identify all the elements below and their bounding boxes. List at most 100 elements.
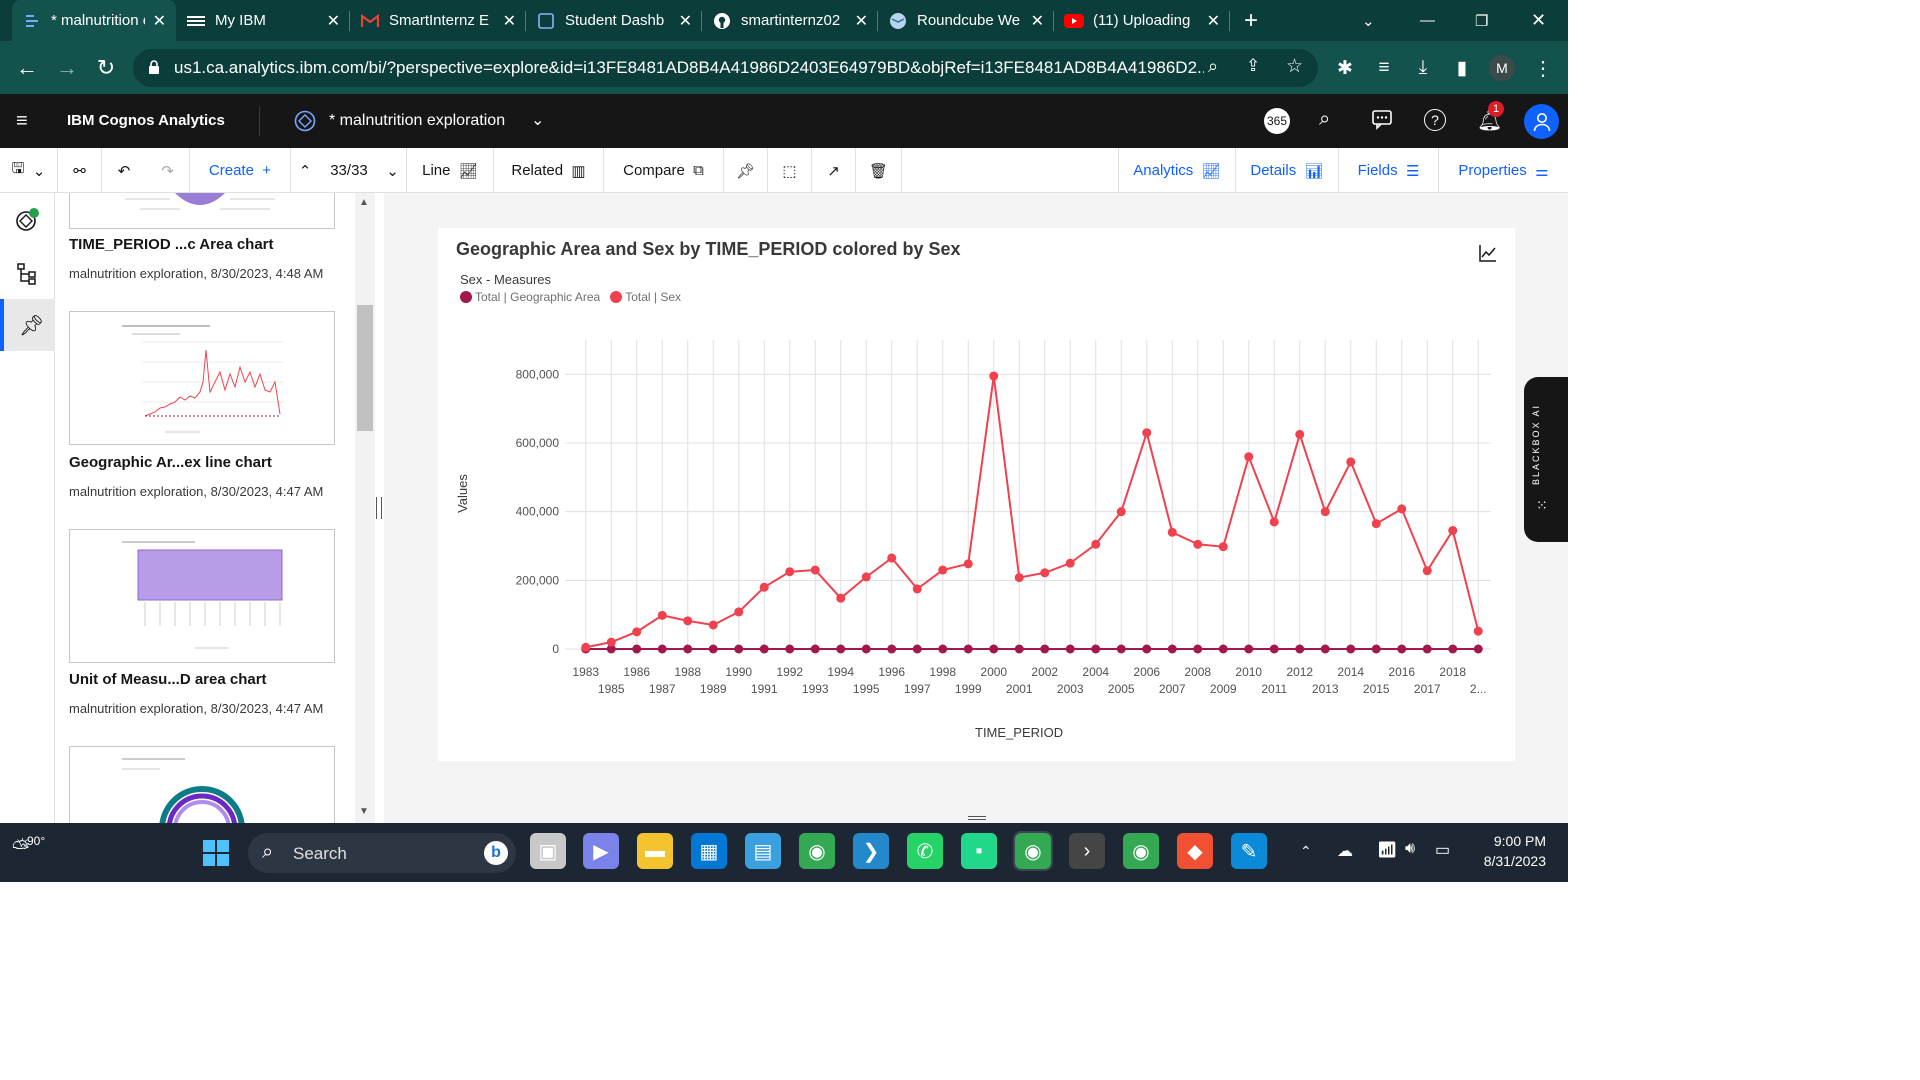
notepad-icon[interactable]: ▤ (745, 833, 781, 869)
hamburger-menu-icon[interactable]: ≡ (16, 110, 28, 133)
fields-button[interactable]: Fields ☰ (1339, 148, 1439, 193)
pin-card-title[interactable]: Unit of Measu...D area chart (69, 671, 267, 688)
chrome-alt-icon[interactable]: ◉ (1123, 833, 1159, 869)
search-icon[interactable]: ⌕ (1319, 108, 1330, 131)
pins-nav-item[interactable]: 📌︎ (0, 299, 55, 351)
title-dropdown-chevron-icon[interactable]: ⌄ (531, 110, 544, 130)
onedrive-icon[interactable]: ☁︎ (1337, 841, 1353, 861)
forward-icon[interactable]: → (52, 53, 82, 83)
x-tick-label: 1997 (904, 682, 931, 696)
wifi-icon[interactable]: 📶︎ (1377, 840, 1397, 860)
panel-scrollbar[interactable]: ▲ ▼ (355, 193, 375, 823)
pin-card-title[interactable]: TIME_PERIOD ...c Area chart (69, 236, 274, 253)
help-icon[interactable]: ? (1424, 109, 1446, 131)
close-tab-icon[interactable]: ✕ (503, 11, 516, 31)
task-view-icon[interactable]: ▣ (530, 833, 566, 869)
share-icon[interactable]: ⇪ (1246, 56, 1260, 76)
pycharm-icon[interactable]: ▪ (961, 833, 997, 869)
side-panel-icon[interactable]: ▮ (1447, 53, 1477, 83)
browser-tab[interactable]: My IBM ✕ (176, 0, 350, 41)
app-badge-365[interactable]: 365 (1264, 108, 1290, 134)
chat-icon[interactable] (1371, 108, 1393, 130)
close-tab-icon[interactable]: ✕ (679, 11, 692, 31)
tray-overflow-icon[interactable]: ⌃ (1300, 843, 1312, 860)
pin-card-thumbnail[interactable] (69, 193, 335, 229)
download-icon[interactable]: ⤓ (1408, 53, 1438, 83)
share-button[interactable]: ⚯ (58, 148, 102, 193)
pin-card-title[interactable]: Geographic Ar...ex line chart (69, 454, 272, 471)
vscode-icon[interactable]: ❯ (853, 833, 889, 869)
extensions-icon[interactable]: ✱ (1330, 53, 1360, 83)
compare-button[interactable]: Compare ⧉ (604, 148, 724, 193)
redo-button[interactable]: ↷ (146, 148, 190, 193)
close-window-icon[interactable]: ✕ (1531, 0, 1546, 41)
reload-icon[interactable]: ↻ (91, 53, 121, 83)
paint-icon[interactable]: ✎ (1231, 833, 1267, 869)
browser-tab[interactable]: Student Dashb ✕ (526, 0, 702, 41)
undo-button[interactable]: ↶ (102, 148, 146, 193)
back-icon[interactable]: ← (12, 53, 42, 83)
blackbox-ai-tab[interactable]: BLACKBOX AI ⁙ (1524, 377, 1568, 542)
details-button[interactable]: Details 📊︎ (1236, 148, 1339, 193)
clock-date[interactable]: 8/31/2023 (1466, 853, 1546, 869)
whatsapp-icon[interactable]: ✆ (907, 833, 943, 869)
volume-icon[interactable]: 🔊︎ (1405, 840, 1415, 858)
chrome-icon[interactable]: ◉ (799, 833, 835, 869)
browser-tab[interactable]: * malnutrition e ✕ (12, 0, 176, 41)
properties-button[interactable]: Properties ⚌ (1439, 148, 1568, 193)
scroll-up-icon[interactable]: ▲ (359, 197, 369, 208)
scroll-thumb[interactable] (357, 305, 373, 431)
hierarchy-nav-icon[interactable] (15, 261, 39, 285)
close-tab-icon[interactable]: ✕ (153, 11, 166, 31)
browser-tab[interactable]: Roundcube We ✕ (878, 0, 1054, 41)
taskbar-search[interactable]: ⌕ Search b (248, 833, 516, 873)
terminal-icon[interactable]: › (1069, 833, 1105, 869)
address-field[interactable]: us1.ca.analytics.ibm.com/bi/?perspective… (133, 49, 1318, 87)
delete-button[interactable]: 🗑︎ (856, 148, 902, 193)
save-button[interactable]: 🖫︎ ⌄ (0, 148, 58, 193)
tab-search-icon[interactable]: ⌄ (1362, 0, 1375, 41)
pin-button[interactable]: 📌︎ (724, 148, 768, 193)
close-tab-icon[interactable]: ✕ (327, 11, 340, 31)
pin-card-thumbnail[interactable] (69, 311, 335, 445)
browser-tab[interactable]: smartinternz02 ✕ (702, 0, 878, 41)
canvas-resize-handle[interactable] (968, 816, 986, 820)
file-explorer-icon[interactable]: ▬ (637, 833, 673, 869)
next-card-button[interactable]: ⌄ (379, 148, 407, 193)
profile-avatar[interactable]: M (1489, 55, 1515, 81)
document-title[interactable]: * malnutrition exploration (329, 112, 505, 130)
store-icon[interactable]: ▦ (691, 833, 727, 869)
git-icon[interactable]: ◆ (1177, 833, 1213, 869)
analytics-button[interactable]: Analytics 📈︎ (1118, 148, 1236, 193)
create-button[interactable]: Create + (190, 148, 291, 193)
related-button[interactable]: Related ▥ (494, 148, 604, 193)
insights-button[interactable]: ↗ (812, 148, 856, 193)
bing-icon[interactable]: b (484, 841, 508, 865)
zoom-icon[interactable]: ⌕ (1208, 56, 1218, 77)
panel-resize-handle[interactable] (376, 497, 382, 519)
media-control-icon[interactable]: ≡ (1369, 53, 1399, 83)
new-tab-button[interactable]: + (1244, 0, 1258, 41)
restore-icon[interactable]: ❐ (1475, 0, 1488, 41)
battery-icon[interactable]: ▭ (1435, 840, 1450, 860)
close-tab-icon[interactable]: ✕ (855, 11, 868, 31)
chrome-profile-icon[interactable]: ◉ (1013, 831, 1053, 871)
browser-tab[interactable]: SmartInternz E ✕ (350, 0, 526, 41)
pin-card-thumbnail[interactable] (69, 746, 335, 823)
pin-card-thumbnail[interactable] (69, 529, 335, 663)
scroll-down-icon[interactable]: ▼ (359, 806, 369, 817)
insights-nav-icon[interactable] (14, 207, 40, 233)
user-avatar-icon[interactable] (1524, 104, 1559, 139)
minimize-icon[interactable]: — (1420, 0, 1435, 41)
previous-card-button[interactable]: ⌃ (291, 148, 319, 193)
windows-start-icon[interactable] (201, 838, 231, 868)
close-tab-icon[interactable]: ✕ (1031, 11, 1044, 31)
close-tab-icon[interactable]: ✕ (1207, 11, 1220, 31)
bookmark-star-icon[interactable]: ☆ (1286, 55, 1303, 78)
fullscreen-button[interactable]: ⬚ (768, 148, 812, 193)
visualization-type-button[interactable]: Line 📈︎ (407, 148, 494, 193)
browser-tab[interactable]: (11) Uploading ✕ (1054, 0, 1230, 41)
browser-menu-icon[interactable]: ⋮ (1528, 53, 1558, 83)
clock-time[interactable]: 9:00 PM (1476, 833, 1546, 849)
teams-icon[interactable]: ▶ (583, 833, 619, 869)
